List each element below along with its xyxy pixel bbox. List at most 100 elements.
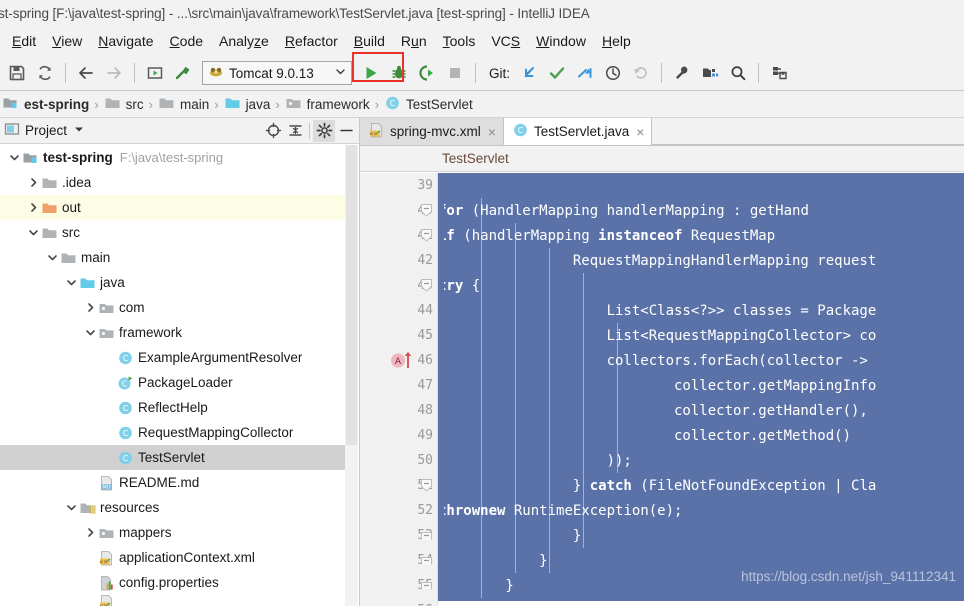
tree-item-testservlet[interactable]: C TestServlet xyxy=(0,445,346,470)
code-line[interactable]: } xyxy=(438,523,964,548)
fold-start-icon[interactable] xyxy=(420,203,433,217)
tree-expand-toggle[interactable] xyxy=(6,150,22,166)
gutter-line[interactable]: 52 xyxy=(360,498,437,523)
code-text-area[interactable]: for (HandlerMapping handlerMapping : get… xyxy=(438,173,964,606)
breadcrumb-item-main[interactable]: main xyxy=(156,95,211,114)
gutter-line[interactable]: 49 xyxy=(360,423,437,448)
gutter-line[interactable]: 39 xyxy=(360,173,437,198)
gutter-line[interactable]: 50 xyxy=(360,448,437,473)
hammer-icon[interactable] xyxy=(170,60,196,86)
minimize-icon[interactable] xyxy=(335,120,357,142)
gutter-line[interactable]: 54 xyxy=(360,548,437,573)
code-line[interactable]: try { xyxy=(438,273,964,298)
tree-item-com[interactable]: com xyxy=(0,295,346,320)
editor-tab-testservlet-java[interactable]: C TestServlet.java × xyxy=(503,118,653,145)
code-line[interactable]: throw new RuntimeException(e); xyxy=(438,498,964,523)
application-server-icon[interactable] xyxy=(766,60,792,86)
code-line[interactable]: List<Class<?>> classes = Package xyxy=(438,298,964,323)
gutter-line[interactable]: 42 xyxy=(360,248,437,273)
save-all-icon[interactable] xyxy=(4,60,30,86)
menu-item-window[interactable]: Window xyxy=(528,30,594,52)
push-arrow-icon[interactable] xyxy=(572,60,598,86)
tree-expand-toggle[interactable] xyxy=(25,200,41,216)
gutter-line[interactable]: 45 xyxy=(360,323,437,348)
menu-item-run[interactable]: Run xyxy=(393,30,435,52)
tree-item-packageloader[interactable]: C PackageLoader xyxy=(0,370,346,395)
tree-item-out[interactable]: out xyxy=(0,195,346,220)
gutter-line[interactable]: 48 xyxy=(360,398,437,423)
tree-expand-toggle[interactable] xyxy=(82,325,98,341)
tree-item-java[interactable]: java xyxy=(0,270,346,295)
refresh-icon[interactable] xyxy=(32,60,58,86)
run-with-coverage-icon[interactable] xyxy=(414,60,440,86)
gutter-line[interactable]: A 46 xyxy=(360,348,437,373)
close-icon[interactable]: × xyxy=(488,124,496,140)
project-tree-scrollbar[interactable] xyxy=(345,145,358,606)
tree-item-resources[interactable]: resources xyxy=(0,495,346,520)
tree-item-config-properties[interactable]: config.properties xyxy=(0,570,346,595)
play-icon[interactable] xyxy=(358,60,384,86)
tree-item[interactable]: <> xyxy=(0,595,346,606)
scrollbar-thumb[interactable] xyxy=(346,145,357,445)
menu-item-vcs[interactable]: VCS xyxy=(483,30,528,52)
editor-gutter[interactable]: 39 4041 42 43 44 45 A46 47 48 49 50 51 52 53545556 xyxy=(360,173,438,606)
overriding-method-icon[interactable]: A xyxy=(390,351,416,370)
tree-item-exampleargumentresolver[interactable]: C ExampleArgumentResolver xyxy=(0,345,346,370)
code-line[interactable]: collectors.forEach(collector -> xyxy=(438,348,964,373)
breadcrumb-item-src[interactable]: src xyxy=(102,95,146,114)
tree-expand-toggle[interactable] xyxy=(82,525,98,541)
breadcrumb-item-testservlet[interactable]: C TestServlet xyxy=(382,95,475,114)
chevron-down-icon[interactable] xyxy=(73,123,85,138)
commit-checkmark-icon[interactable] xyxy=(544,60,570,86)
collapse-all-icon[interactable] xyxy=(284,120,306,142)
tree-item-applicationcontext-xml[interactable]: <> applicationContext.xml xyxy=(0,545,346,570)
chevron-down-icon[interactable] xyxy=(334,65,347,81)
gutter-line[interactable]: 44 xyxy=(360,298,437,323)
code-line[interactable]: collector.getMethod() xyxy=(438,423,964,448)
code-line[interactable]: for (HandlerMapping handlerMapping : get… xyxy=(438,198,964,223)
menu-item-edit[interactable]: Edit xyxy=(4,30,44,52)
menu-item-view[interactable]: View xyxy=(44,30,90,52)
code-line[interactable]: List<RequestMappingCollector> co xyxy=(438,323,964,348)
close-icon[interactable]: × xyxy=(636,124,644,140)
tree-expand-toggle[interactable] xyxy=(44,250,60,266)
breadcrumb-item-framework[interactable]: framework xyxy=(283,95,372,114)
tree-item-reflecthelp[interactable]: C ReflectHelp xyxy=(0,395,346,420)
breadcrumb-item-java[interactable]: java xyxy=(222,95,273,114)
menu-item-navigate[interactable]: Navigate xyxy=(90,30,161,52)
debug-bug-icon[interactable] xyxy=(386,60,412,86)
tree-item-main[interactable]: main xyxy=(0,245,346,270)
gutter-line[interactable]: 47 xyxy=(360,373,437,398)
wrench-icon[interactable] xyxy=(669,60,695,86)
project-tree[interactable]: test-spring F:\java\test-spring .idea out sr… xyxy=(0,145,346,606)
gutter-line[interactable]: 56 xyxy=(360,598,437,606)
editor-tab-spring-mvc-xml[interactable]: <> spring-mvc.xml × xyxy=(360,118,504,145)
gutter-line[interactable]: 40 xyxy=(360,198,437,223)
code-line[interactable]: collector.getHandler(), xyxy=(438,398,964,423)
menu-item-tools[interactable]: Tools xyxy=(435,30,484,52)
code-line[interactable]: RequestMappingHandlerMapping request xyxy=(438,248,964,273)
menu-item-refactor[interactable]: Refactor xyxy=(277,30,346,52)
menu-item-code[interactable]: Code xyxy=(162,30,211,52)
code-line[interactable]: )); xyxy=(438,448,964,473)
menu-item-help[interactable]: Help xyxy=(594,30,639,52)
tree-expand-toggle[interactable] xyxy=(25,225,41,241)
tree-expand-toggle[interactable] xyxy=(82,300,98,316)
gutter-line[interactable]: 41 xyxy=(360,223,437,248)
tree-item--idea[interactable]: .idea xyxy=(0,170,346,195)
history-clock-icon[interactable] xyxy=(600,60,626,86)
code-line[interactable]: } catch (FileNotFoundException | Cla xyxy=(438,473,964,498)
search-magnifier-icon[interactable] xyxy=(725,60,751,86)
run-configuration-icon[interactable] xyxy=(142,60,168,86)
scroll-from-source-icon[interactable] xyxy=(262,120,284,142)
tree-item-requestmappingcollector[interactable]: C RequestMappingCollector xyxy=(0,420,346,445)
menu-item-analyze[interactable]: Analyze xyxy=(211,30,277,52)
gutter-line[interactable]: 43 xyxy=(360,273,437,298)
arrow-left-icon[interactable] xyxy=(73,60,99,86)
tree-item-test-spring[interactable]: test-spring F:\java\test-spring xyxy=(0,145,346,170)
fold-region-end-icon[interactable] xyxy=(420,553,433,567)
run-configuration-selector[interactable]: Tomcat 9.0.13 xyxy=(202,61,352,85)
menu-item-build[interactable]: Build xyxy=(346,30,393,52)
gutter-line[interactable]: 53 xyxy=(360,523,437,548)
tree-item-framework[interactable]: framework xyxy=(0,320,346,345)
